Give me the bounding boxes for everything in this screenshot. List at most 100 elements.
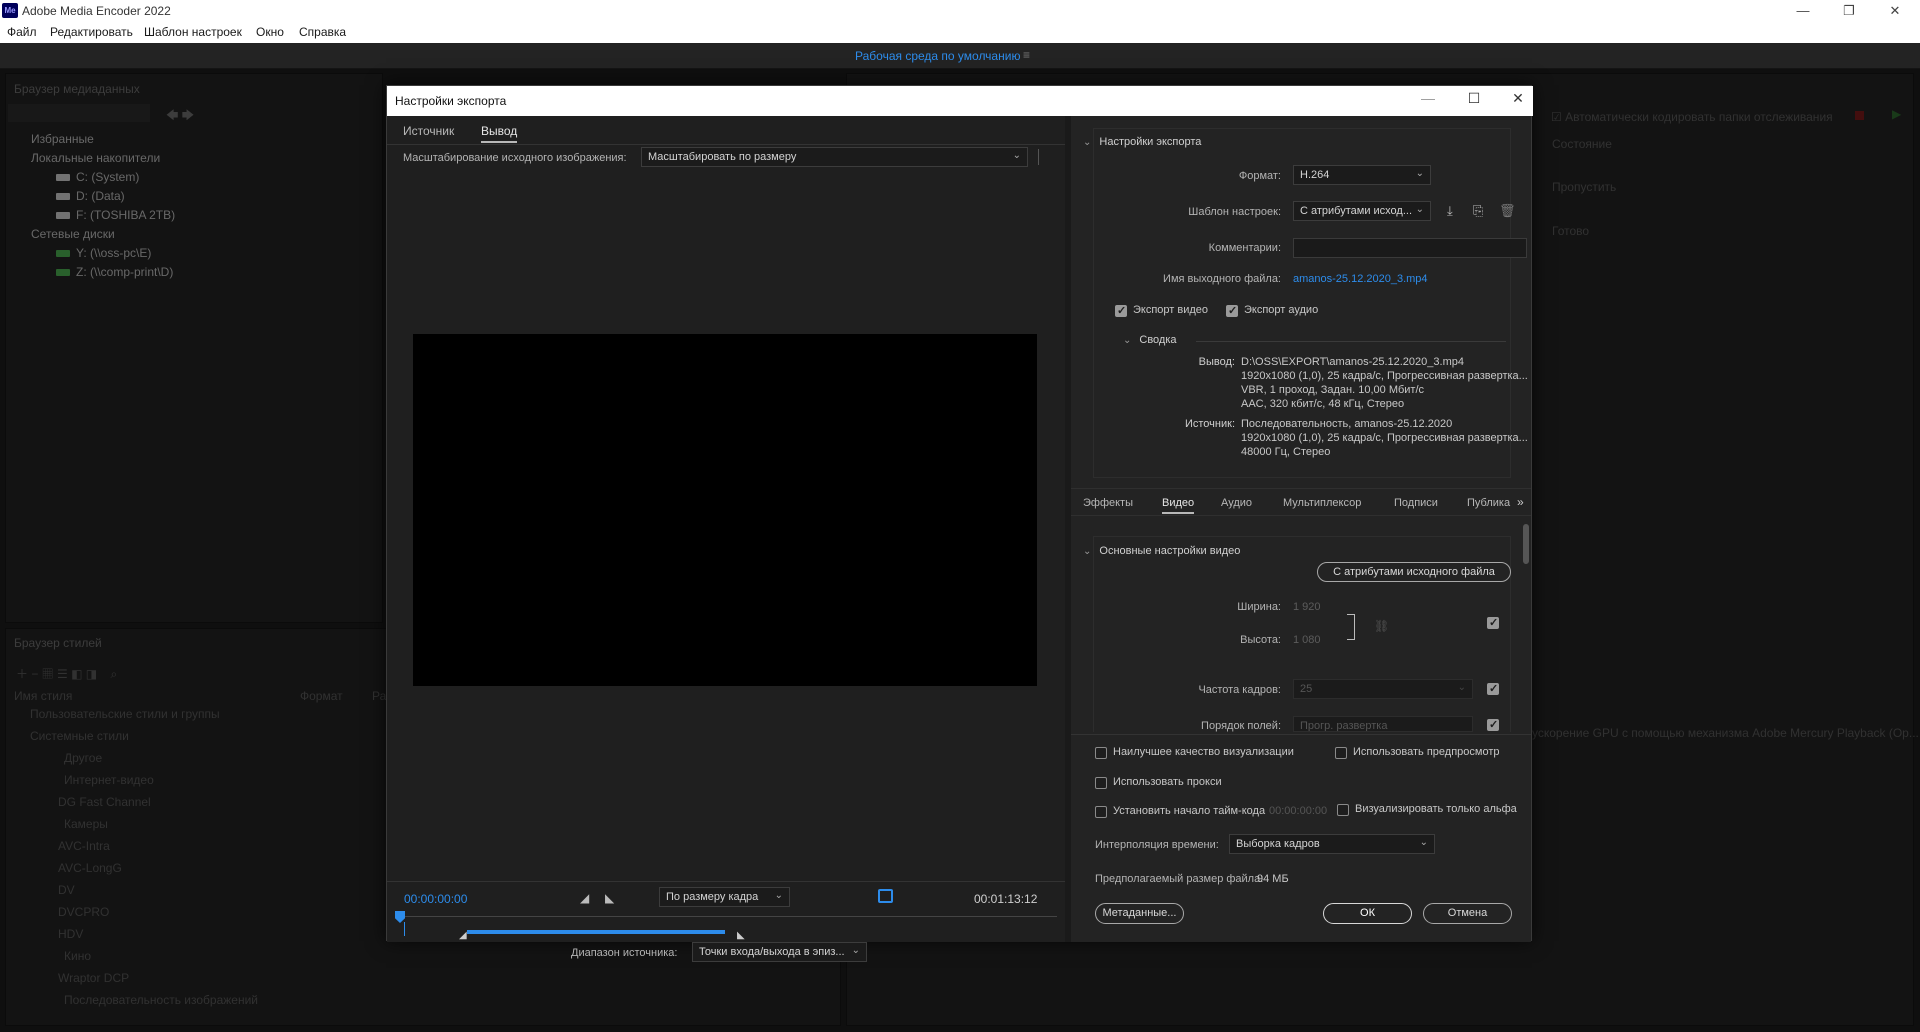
divider [387, 144, 1065, 145]
timeline-track [397, 916, 1057, 917]
width-value[interactable]: 1 920 [1293, 601, 1321, 613]
link-bracket [1347, 614, 1355, 640]
tab-audio[interactable]: Аудио [1221, 497, 1252, 509]
source-range-select[interactable]: Точки входа/выхода в эпиз... ⌄ [692, 942, 867, 962]
tab-captions[interactable]: Подписи [1394, 497, 1438, 509]
tab-source[interactable]: Источник [403, 124, 454, 138]
scrollbar-thumb[interactable] [1523, 524, 1529, 564]
export-video-checkbox[interactable] [1115, 304, 1127, 317]
summary-output-line: 1920x1080 (1,0), 25 кадра/с, Прогрессивн… [1241, 370, 1528, 382]
format-select[interactable]: H.264 ⌄ [1293, 165, 1431, 185]
link-icon[interactable]: ⛓ [1374, 619, 1389, 633]
set-out-point-icon[interactable]: ◣ [605, 891, 614, 905]
use-previews-checkbox[interactable] [1335, 747, 1347, 759]
export-settings-dialog: Настройки экспорта — ☐ ✕ Источник Вывод … [386, 85, 1533, 962]
est-size-value: 94 МБ [1257, 873, 1289, 885]
restore-icon[interactable]: ❐ [1826, 0, 1872, 22]
summary-source-line: 48000 Гц, Стерео [1241, 446, 1331, 458]
start-tc-value[interactable]: 00:00:00:00 [1269, 805, 1327, 817]
frame-rate-label: Частота кадров: [1198, 684, 1281, 696]
match-source-button[interactable]: С атрибутами исходного файла [1317, 562, 1511, 582]
basic-video-header[interactable]: ⌄ Основные настройки видео [1083, 545, 1240, 557]
interp-select[interactable]: Выборка кадров ⌄ [1229, 834, 1435, 854]
hamburger-icon[interactable]: ≡ [1023, 48, 1030, 62]
chevron-down-icon: ⌄ [1457, 682, 1466, 693]
metadata-button[interactable]: Метаданные... [1095, 903, 1184, 924]
chevron-down-icon: ⌄ [1123, 335, 1132, 346]
close-icon[interactable]: ✕ [1872, 0, 1918, 22]
minimize-icon[interactable]: — [1413, 90, 1443, 112]
duration-timecode: 00:01:13:12 [974, 892, 1038, 906]
field-order-match-checkbox[interactable] [1487, 718, 1499, 731]
menu-window[interactable]: Окно [256, 25, 284, 39]
export-settings-header[interactable]: ⌄ Настройки экспорта [1083, 136, 1201, 148]
export-audio-label: Экспорт аудио [1244, 304, 1319, 316]
preset-select[interactable]: С атрибутами исход... ⌄ [1293, 201, 1431, 221]
scale-select[interactable]: Масштабировать по размеру ⌄ [641, 147, 1028, 167]
use-proxies-checkbox[interactable] [1095, 777, 1107, 789]
workspace-tab[interactable]: Рабочая среда по умолчанию [855, 49, 1020, 63]
summary-source-label: Источник: [1184, 418, 1235, 430]
save-preset-icon[interactable]: ⤓ [1447, 203, 1453, 219]
chevron-down-icon: ⌄ [1083, 137, 1092, 148]
use-proxies-label: Использовать прокси [1113, 776, 1222, 788]
summary-header[interactable]: ⌄ Сводка [1123, 334, 1177, 346]
in-point-icon[interactable]: ◢ [459, 930, 467, 941]
aspect-toggle-icon[interactable] [878, 889, 893, 903]
cancel-button[interactable]: Отмена [1423, 903, 1512, 924]
close-icon[interactable]: ✕ [1503, 90, 1533, 112]
height-value[interactable]: 1 080 [1293, 634, 1321, 646]
import-preset-icon[interactable]: ⎘ [1473, 203, 1483, 219]
menu-bar: Файл Редактировать Шаблон настроек Окно … [0, 22, 1920, 43]
height-label: Высота: [1240, 634, 1281, 646]
menu-edit[interactable]: Редактировать [50, 25, 133, 39]
settings-pane: ⌄ Настройки экспорта Формат: H.264 ⌄ Шабло… [1071, 116, 1531, 942]
chevron-down-icon: ⌄ [1012, 150, 1021, 161]
frame-rate-match-checkbox[interactable] [1487, 682, 1499, 695]
max-render-label: Наилучшее качество визуализации [1113, 746, 1294, 758]
video-preview [413, 334, 1037, 686]
preset-label: Шаблон настроек: [1188, 206, 1281, 218]
tab-output[interactable]: Вывод [481, 124, 518, 143]
export-video-label: Экспорт видео [1133, 304, 1209, 316]
current-timecode[interactable]: 00:00:00:00 [404, 892, 467, 906]
set-start-tc-label: Установить начало тайм-кода [1113, 805, 1266, 817]
max-render-checkbox[interactable] [1095, 747, 1107, 759]
use-previews-label: Использовать предпросмотр [1353, 746, 1500, 758]
more-tabs-icon[interactable]: » [1517, 495, 1524, 509]
output-name-label: Имя выходного файла: [1163, 273, 1281, 285]
field-order-select[interactable]: Прогр. развертка [1293, 716, 1473, 732]
maximize-icon[interactable]: ☐ [1459, 90, 1489, 112]
field-order-label: Порядок полей: [1201, 720, 1281, 732]
width-height-match-checkbox[interactable] [1487, 616, 1499, 629]
divider [1038, 149, 1039, 165]
minimize-icon[interactable]: — [1780, 0, 1826, 22]
render-alpha-label: Визуализировать только альфа [1355, 803, 1517, 815]
comment-input[interactable] [1293, 238, 1527, 258]
format-label: Формат: [1238, 170, 1281, 182]
source-range-label: Диапазон источника: [571, 947, 678, 959]
ok-button[interactable]: ОК [1323, 903, 1412, 924]
menu-help[interactable]: Справка [299, 25, 346, 39]
est-size-label: Предполагаемый размер файла: [1095, 873, 1264, 885]
tab-effects[interactable]: Эффекты [1083, 497, 1133, 509]
set-start-tc-checkbox[interactable] [1095, 806, 1107, 818]
fit-select[interactable]: По размеру кадра ⌄ [659, 887, 790, 907]
work-area-bar[interactable] [467, 930, 725, 934]
menu-file[interactable]: Файл [7, 25, 37, 39]
menu-preset[interactable]: Шаблон настроек [144, 25, 242, 39]
tab-multiplexer[interactable]: Мультиплексор [1283, 497, 1361, 509]
set-in-point-icon[interactable]: ◢ [580, 891, 589, 905]
divider [387, 881, 1065, 882]
out-point-icon[interactable]: ◣ [737, 930, 745, 941]
render-alpha-checkbox[interactable] [1337, 804, 1349, 816]
export-audio-checkbox[interactable] [1226, 304, 1238, 317]
delete-preset-icon[interactable]: 🗑 [1499, 203, 1516, 219]
frame-rate-select[interactable]: 25 ⌄ [1293, 679, 1473, 699]
comment-label: Комментарии: [1208, 242, 1281, 254]
summary-source-line: Последовательность, amanos-25.12.2020 [1241, 418, 1453, 430]
output-name-link[interactable]: amanos-25.12.2020_3.mp4 [1293, 273, 1428, 285]
tab-publish[interactable]: Публика [1467, 497, 1510, 509]
summary-output-line: AAC, 320 кбит/с, 48 кГц, Стерео [1241, 398, 1405, 410]
tab-video[interactable]: Видео [1162, 497, 1195, 514]
